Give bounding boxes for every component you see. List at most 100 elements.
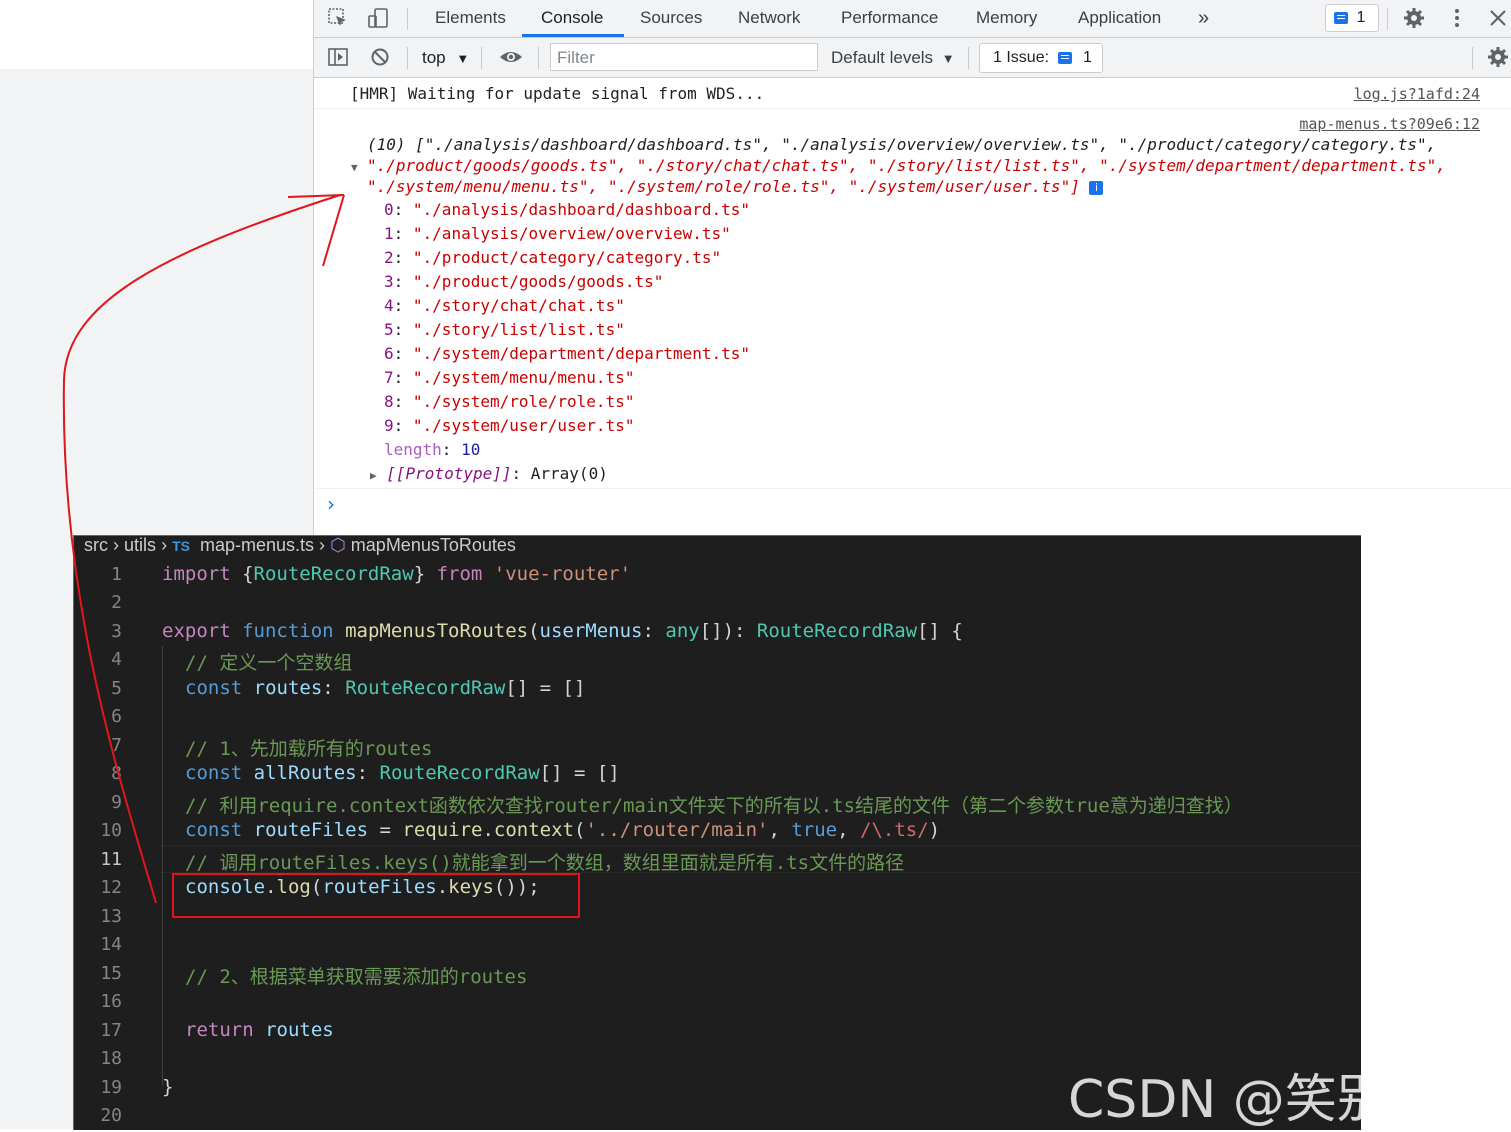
entry-index: 5	[384, 320, 394, 339]
tab-sources[interactable]: Sources	[640, 0, 702, 37]
token: (	[310, 876, 323, 898]
line-number: 13	[100, 906, 122, 927]
code-line-3[interactable]: export function mapMenusToRoutes(userMen…	[162, 620, 963, 642]
token: return	[185, 1019, 254, 1041]
array-summary-line-3-text: "./system/menu/menu.ts", "./system/role/…	[367, 177, 1080, 196]
close-icon[interactable]	[1486, 7, 1510, 29]
token: log	[276, 876, 311, 898]
token: RouteRecordRaw	[345, 677, 506, 699]
line-number: 5	[111, 678, 122, 699]
token: routes	[253, 677, 323, 699]
info-icon[interactable]: i	[1089, 181, 1104, 195]
token: /\.ts/	[860, 819, 929, 841]
array-entry: 4: "./story/chat/chat.ts"	[384, 296, 625, 315]
code-line-5[interactable]: const routes: RouteRecordRaw[] = []	[185, 677, 585, 699]
entry-value: "./system/department/department.ts"	[412, 344, 751, 363]
token: RouteRecordRaw	[756, 620, 918, 642]
code-line-9[interactable]: // 利用require.context函数依次查找router/main文件夹…	[185, 791, 1243, 818]
code-line-10[interactable]: const routeFiles = require.context('../r…	[185, 819, 940, 841]
line-number: 9	[111, 792, 122, 813]
issues-button[interactable]: 1 Issue: 1	[979, 43, 1103, 73]
line-number: 18	[100, 1048, 122, 1069]
hmr-source-link[interactable]: log.js?1afd:24	[1354, 85, 1480, 103]
code-line-17[interactable]: return routes	[185, 1019, 334, 1041]
more-tabs-icon[interactable]: »	[1198, 0, 1209, 37]
token: mapMenusToRoutes	[345, 620, 529, 642]
settings-gear-icon[interactable]	[1402, 7, 1426, 29]
code-line-11[interactable]: // 调用routeFiles.keys()就能拿到一个数组，数组里面就是所有.…	[185, 848, 904, 875]
more-options-icon[interactable]	[1445, 7, 1469, 29]
tab-performance[interactable]: Performance	[841, 0, 938, 37]
code-line-7[interactable]: // 1、先加载所有的routes	[185, 734, 432, 761]
line-number: 20	[100, 1105, 122, 1126]
entry-value: "./system/role/role.ts"	[412, 392, 635, 411]
tab-memory[interactable]: Memory	[976, 0, 1037, 37]
line-number: 17	[100, 1020, 122, 1041]
token: keys	[448, 876, 494, 898]
code-line-19[interactable]: }	[162, 1076, 173, 1098]
token: [] = []	[505, 677, 586, 699]
tab-elements[interactable]: Elements	[435, 0, 506, 37]
token: routes	[265, 1019, 334, 1041]
filter-input[interactable]: Filter	[550, 43, 818, 71]
token: const	[185, 762, 243, 784]
entry-index: 8	[384, 392, 394, 411]
token: true	[791, 819, 838, 841]
token: {	[230, 563, 254, 585]
code-line-12[interactable]: console.log(routeFiles.keys());	[185, 876, 540, 898]
context-label: top	[422, 48, 446, 67]
expand-triangle-icon[interactable]: ▼	[351, 161, 358, 174]
inspect-element-icon[interactable]	[326, 7, 350, 29]
array-prototype[interactable]: ▶ [[Prototype]]: Array(0)	[370, 464, 608, 483]
token: [] {	[917, 620, 963, 642]
tab-application[interactable]: Application	[1078, 0, 1161, 37]
code-line-15[interactable]: // 2、根据菜单获取需要添加的routes	[185, 962, 527, 989]
breadcrumb-src[interactable]: src	[84, 535, 108, 555]
token: )	[928, 819, 941, 841]
device-toolbar-icon[interactable]	[366, 7, 390, 29]
array-entry: 9: "./system/user/user.ts"	[384, 416, 635, 435]
array-summary-line-1: (10) ["./analysis/dashboard/dashboard.ts…	[367, 135, 1437, 154]
log-levels-dropdown[interactable]: Default levels ▼	[831, 38, 955, 77]
line-number: 12	[100, 877, 122, 898]
tab-console[interactable]: Console	[541, 0, 603, 37]
token: const	[185, 677, 243, 699]
dropdown-arrow-icon: ▼	[456, 51, 470, 66]
tab-network[interactable]: Network	[738, 0, 800, 37]
clear-console-icon[interactable]	[368, 46, 392, 68]
code-editor: src › utils › TS map-menus.ts › ⬡ mapMen…	[73, 535, 1361, 1130]
live-expression-eye-icon[interactable]	[499, 46, 523, 68]
token: RouteRecordRaw	[379, 762, 540, 784]
array-entry: 3: "./product/goods/goods.ts"	[384, 272, 664, 291]
breadcrumb-symbol[interactable]: mapMenusToRoutes	[351, 535, 516, 555]
csdn-watermark: CSDN @笑别弯腰	[1068, 1070, 1493, 1130]
array-source-link[interactable]: map-menus.ts?09e6:12	[1299, 115, 1480, 133]
console-settings-gear-icon[interactable]	[1486, 46, 1510, 68]
toolbar-separator	[1387, 8, 1388, 30]
code-line-1[interactable]: import {RouteRecordRaw} from 'vue-router…	[162, 563, 631, 585]
issues-counter-badge[interactable]: 1	[1325, 4, 1379, 32]
code-line-8[interactable]: const allRoutes: RouteRecordRaw[] = []	[185, 762, 620, 784]
breadcrumb-file[interactable]: map-menus.ts	[200, 535, 314, 555]
array-entry: 0: "./analysis/dashboard/dashboard.ts"	[384, 200, 751, 219]
chevron-right-icon: ›	[161, 535, 168, 555]
method-cube-icon: ⬡	[330, 535, 346, 555]
code-line-4[interactable]: // 定义一个空数组	[185, 648, 352, 675]
token: []):	[699, 620, 757, 642]
token: ());	[493, 876, 540, 898]
array-entry: 6: "./system/department/department.ts"	[384, 344, 751, 363]
context-selector[interactable]: top ▼	[422, 38, 469, 77]
toolbar-separator	[1472, 47, 1473, 69]
hmr-message: [HMR] Waiting for update signal from WDS…	[350, 84, 765, 103]
token: routeFiles	[322, 876, 437, 898]
sidebar-toggle-icon[interactable]	[326, 46, 350, 68]
entry-value: "./system/menu/menu.ts"	[412, 368, 635, 387]
entry-index: 4	[384, 296, 394, 315]
console-prompt[interactable]: ›	[314, 488, 1511, 519]
breadcrumb-utils[interactable]: utils	[124, 535, 156, 555]
entry-index: 6	[384, 344, 394, 363]
token: RouteRecordRaw	[253, 563, 414, 585]
